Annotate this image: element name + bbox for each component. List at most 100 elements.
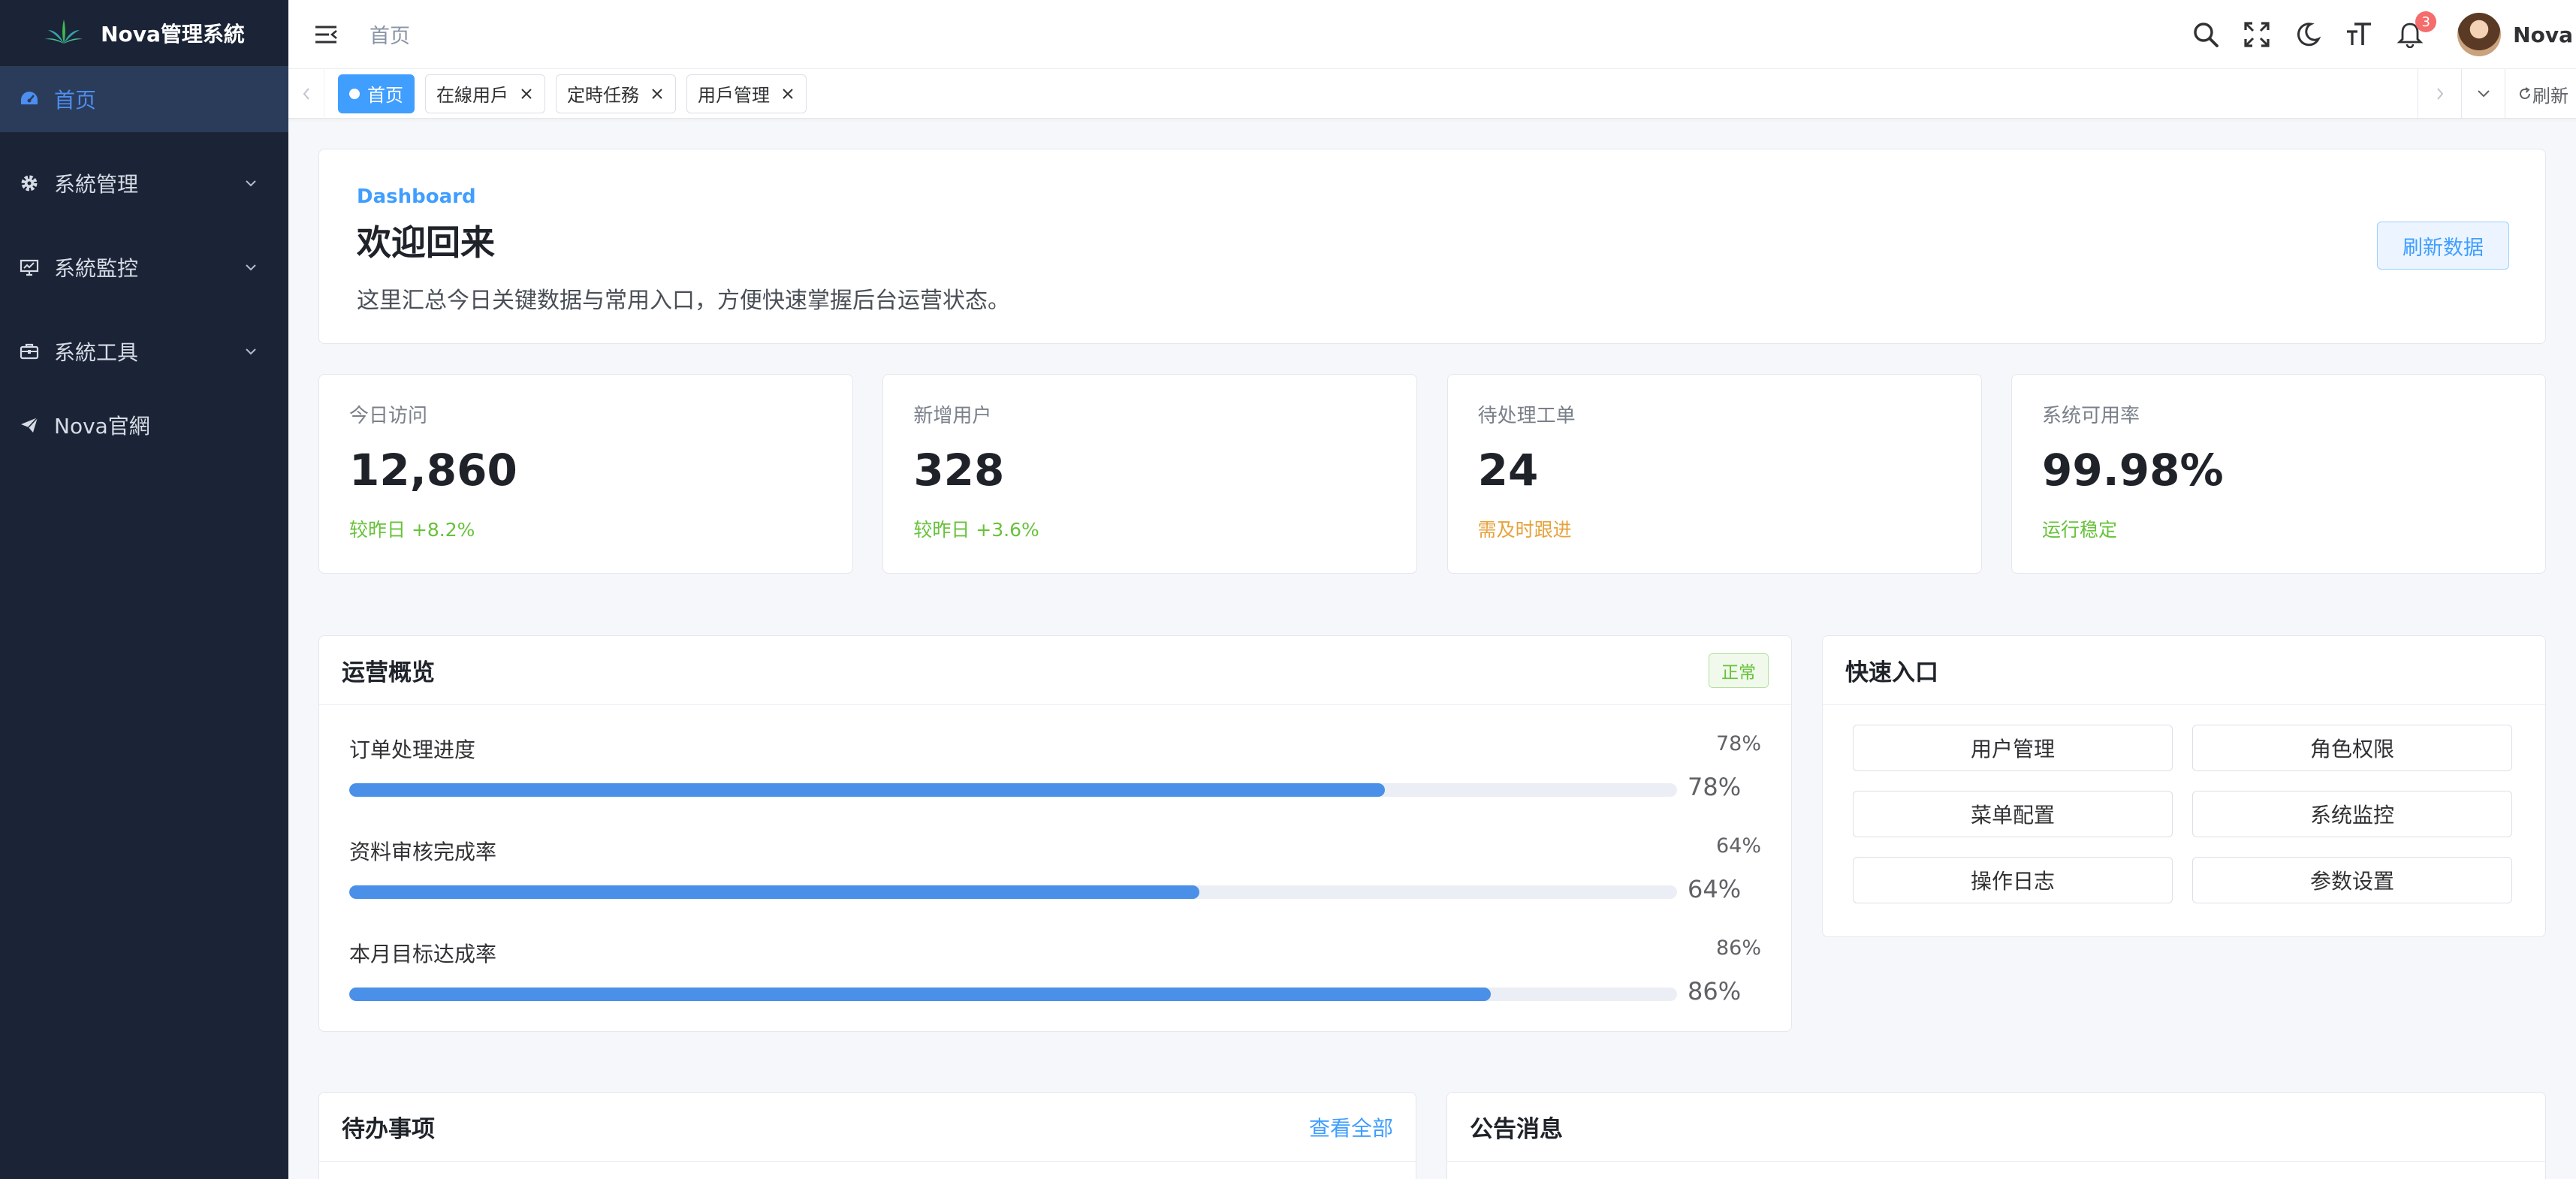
gear-icon	[18, 172, 41, 194]
welcome-description: 这里汇总今日关键数据与常用入口，方便快速掌握后台运营状态。	[357, 288, 1010, 314]
close-icon[interactable]	[650, 86, 665, 101]
close-icon[interactable]	[780, 86, 795, 101]
progress-percent-text: 64%	[1688, 875, 1742, 903]
tag-online-users[interactable]: 在線用戶	[425, 74, 545, 113]
view-all-link[interactable]: 查看全部	[1309, 1112, 1393, 1142]
bottom-row: 待办事项 查看全部 公告消息	[318, 1092, 2546, 1179]
card-title: 运营概览	[342, 659, 435, 686]
tag-label: 首页	[367, 85, 403, 106]
tag-user-management[interactable]: 用戶管理	[686, 74, 807, 113]
progress-value: 86%	[1715, 936, 1761, 960]
sidebar-item-home[interactable]: 首页	[0, 66, 288, 132]
font-size-icon[interactable]	[2342, 17, 2376, 52]
card-header: 运营概览 正常	[319, 636, 1791, 705]
quick-user-management-button[interactable]: 用户管理	[1853, 725, 2173, 771]
quick-parameter-settings-button[interactable]: 参数设置	[2192, 857, 2512, 903]
welcome-kicker: Dashboard	[357, 185, 476, 208]
quick-menu-config-button[interactable]: 菜单配置	[1853, 791, 2173, 837]
progress-track	[349, 783, 1677, 797]
tags-scroll-right-icon[interactable]	[2418, 69, 2461, 119]
refresh-data-button[interactable]: 刷新数据	[2377, 222, 2509, 270]
close-icon[interactable]	[519, 86, 534, 101]
notification-badge: 3	[2415, 11, 2437, 32]
quick-role-permissions-button[interactable]: 角色权限	[2192, 725, 2512, 771]
dashboard-icon	[18, 88, 41, 110]
stat-card-visits: 今日访问 12,860 较昨日 +8.2%	[318, 374, 853, 574]
avatar[interactable]	[2457, 13, 2502, 56]
tag-label: 定時任務	[567, 85, 639, 106]
stat-value: 12,860	[349, 445, 517, 496]
operations-overview-card: 运营概览 正常 订单处理进度 78% 78% 资料审核完成率 64% 64% 本…	[318, 635, 1792, 1032]
quick-operation-log-button[interactable]: 操作日志	[1853, 857, 2173, 903]
progress-percent-text: 78%	[1688, 773, 1742, 801]
top-navbar: 首页 3 Nova	[288, 0, 2576, 69]
tags-refresh-button[interactable]: 刷新	[2505, 69, 2576, 119]
tags-scroll-left-icon[interactable]	[288, 68, 324, 119]
bell-icon[interactable]: 3	[2393, 11, 2437, 52]
stat-note: 较昨日 +3.6%	[913, 519, 1039, 541]
menu-fold-icon[interactable]	[312, 21, 339, 48]
stat-card-new-users: 新增用户 328 较昨日 +3.6%	[882, 374, 1418, 574]
chevron-down-icon	[246, 348, 256, 355]
app-logo[interactable]: Nova管理系統	[0, 0, 288, 66]
active-dot-icon	[349, 88, 360, 99]
sidebar-item-system-management[interactable]: 系統管理	[0, 150, 288, 216]
sidebar: Nova管理系統 首页 系統管理 系統監控 系統工具 Nova官網	[0, 0, 288, 1179]
stats-row: 今日访问 12,860 较昨日 +8.2% 新增用户 328 较昨日 +3.6%…	[318, 374, 2546, 574]
stat-card-pending-tickets: 待处理工单 24 需及时跟进	[1446, 374, 1982, 574]
fullscreen-icon[interactable]	[2240, 17, 2274, 52]
progress-item: 订单处理进度 78% 78%	[319, 711, 1791, 813]
card-title: 快速入口	[1845, 659, 1938, 686]
tag-home[interactable]: 首页	[338, 74, 415, 113]
notice-card: 公告消息	[1446, 1092, 2546, 1179]
stat-label: 新增用户	[913, 405, 992, 427]
progress-label: 资料审核完成率	[349, 840, 497, 864]
progress-value: 78%	[1715, 732, 1761, 755]
tags-list: 首页 在線用戶 定時任務 用戶管理	[338, 74, 817, 113]
sidebar-item-label: 系統監控	[54, 256, 139, 281]
stat-value: 24	[1477, 445, 1539, 496]
chevron-down-icon	[246, 264, 256, 271]
nova-logo-icon	[44, 18, 84, 48]
refresh-icon	[2520, 87, 2530, 99]
sidebar-item-label: Nova官網	[54, 414, 150, 439]
search-icon[interactable]	[2188, 17, 2223, 52]
progress-fill	[349, 988, 1492, 1001]
tag-label: 在線用戶	[436, 85, 508, 106]
welcome-card: Dashboard 欢迎回来 这里汇总今日关键数据与常用入口，方便快速掌握后台运…	[318, 149, 2546, 344]
monitor-icon	[18, 256, 41, 279]
send-icon	[18, 414, 41, 436]
progress-fill	[349, 885, 1199, 899]
tags-menu-chevron-down-icon[interactable]	[2461, 69, 2505, 119]
sidebar-item-system-monitor[interactable]: 系統監控	[0, 234, 288, 300]
user-name[interactable]: Nova	[2513, 23, 2573, 47]
progress-item: 资料审核完成率 64% 64%	[319, 813, 1791, 915]
card-title: 待办事项	[342, 1116, 435, 1143]
stat-note: 运行稳定	[2041, 519, 2117, 541]
sidebar-item-nova-website[interactable]: Nova官網	[0, 392, 288, 458]
tag-scheduled-tasks[interactable]: 定時任務	[556, 74, 676, 113]
breadcrumb[interactable]: 首页	[370, 20, 410, 49]
progress-list: 订单处理进度 78% 78% 资料审核完成率 64% 64% 本月目标达成率 8…	[319, 705, 1791, 1018]
main-area: 首页 3 Nova 首页 在線用戶 定時任務 用戶管理 刷新 Dashboard…	[288, 0, 2576, 1179]
quick-system-monitor-button[interactable]: 系统监控	[2192, 791, 2512, 837]
quick-access-card: 快速入口 用户管理 角色权限 菜单配置 系统监控 操作日志 参数设置	[1822, 635, 2546, 937]
card-header: 快速入口	[1823, 636, 2545, 705]
card-header: 待办事项 查看全部	[319, 1093, 1416, 1162]
progress-label: 订单处理进度	[349, 737, 476, 762]
stat-note: 需及时跟进	[1477, 519, 1572, 541]
progress-item: 本月目标达成率 86% 86%	[319, 915, 1791, 1018]
dashboard-content: Dashboard 欢迎回来 这里汇总今日关键数据与常用入口，方便快速掌握后台运…	[318, 149, 2546, 1179]
stat-label: 今日访问	[349, 405, 428, 427]
tags-view-bar: 首页 在線用戶 定時任務 用戶管理 刷新	[288, 68, 2576, 119]
sidebar-item-system-tools[interactable]: 系統工具	[0, 318, 288, 384]
card-title: 公告消息	[1470, 1116, 1563, 1143]
sidebar-item-label: 系統工具	[54, 340, 139, 365]
quick-access-grid: 用户管理 角色权限 菜单配置 系统监控 操作日志 参数设置	[1823, 705, 2545, 923]
sidebar-item-label: 首页	[54, 88, 97, 113]
dark-mode-moon-icon[interactable]	[2291, 17, 2325, 52]
stat-value: 328	[913, 445, 1005, 496]
chevron-down-icon	[246, 180, 256, 187]
welcome-title: 欢迎回来	[357, 222, 495, 263]
card-header: 公告消息	[1447, 1093, 2545, 1162]
